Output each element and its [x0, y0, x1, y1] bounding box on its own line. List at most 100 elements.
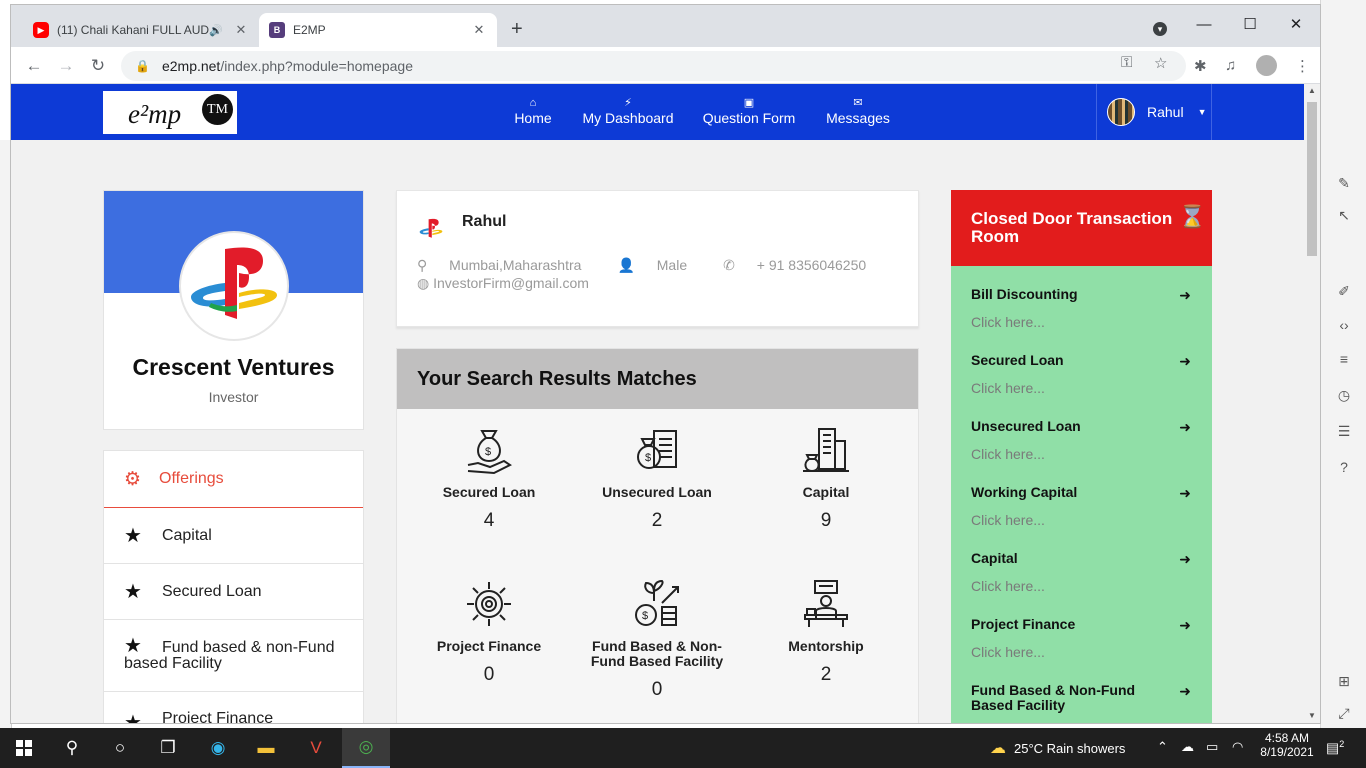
- search-results-heading: Your Search Results Matches: [397, 349, 918, 409]
- room-item-link[interactable]: Click here...: [971, 446, 1191, 462]
- app-v-icon[interactable]: V: [292, 728, 340, 768]
- site-logo[interactable]: e²mp TM: [103, 91, 237, 134]
- room-item[interactable]: Fund Based & Non-Fund Based Facility ➜: [971, 683, 1191, 713]
- profile-avatar[interactable]: [1256, 55, 1277, 76]
- room-item[interactable]: Capital Click here... ➜: [971, 551, 1191, 595]
- room-item[interactable]: Working Capital Click here... ➜: [971, 485, 1191, 529]
- nav-label: Home: [514, 110, 552, 126]
- offering-item[interactable]: ★ Project Finance: [104, 692, 363, 723]
- cortana-icon[interactable]: ○: [96, 728, 144, 768]
- result-secured-loan[interactable]: $ Secured Loan 4: [409, 425, 569, 532]
- arrow-right-icon[interactable]: ➜: [1179, 287, 1191, 304]
- bookmark-star-icon[interactable]: ☆: [1154, 54, 1167, 72]
- offering-item[interactable]: ★ Capital: [104, 508, 363, 564]
- forward-button[interactable]: →: [55, 55, 77, 77]
- tab-search-icon[interactable]: ▾: [1153, 22, 1167, 36]
- taskbar-clock[interactable]: 4:58 AM 8/19/2021: [1256, 731, 1318, 759]
- nav-question-form[interactable]: ▣ Question Form: [699, 96, 799, 126]
- company-logo: [179, 231, 289, 341]
- scrollbar-thumb[interactable]: [1307, 102, 1317, 256]
- back-button[interactable]: ←: [23, 55, 45, 77]
- chrome-icon[interactable]: ◎: [342, 728, 390, 768]
- scroll-up-icon[interactable]: ▲: [1308, 86, 1316, 95]
- contact-meta: ⚲ Mumbai,Maharashtra 👤 Male ✆ + 91 83560…: [417, 257, 902, 274]
- battery-icon[interactable]: ▭: [1206, 739, 1218, 755]
- browser-window: ▶ (11) Chali Kahani FULL AUDIO 🔊 ✕ B E2M…: [11, 5, 1320, 723]
- result-fund-based[interactable]: $ Fund Based & Non-Fund Based Facility 0: [577, 579, 737, 701]
- reload-button[interactable]: ↻: [87, 55, 109, 77]
- minimize-button[interactable]: —: [1181, 11, 1227, 39]
- chevron-up-icon[interactable]: ⌃: [1157, 739, 1168, 755]
- offering-item[interactable]: ★ Secured Loan: [104, 564, 363, 620]
- contact-card: Rahul ⚲ Mumbai,Maharashtra 👤 Male ✆ + 91…: [396, 190, 919, 327]
- arrow-right-icon[interactable]: ➜: [1179, 353, 1191, 370]
- file-explorer-icon[interactable]: ▬: [242, 728, 290, 768]
- room-item[interactable]: Secured Loan Click here... ➜: [971, 353, 1191, 397]
- nav-dashboard[interactable]: ⚡ My Dashboard: [579, 96, 677, 126]
- arrow-right-icon[interactable]: ➜: [1179, 485, 1191, 502]
- speaker-icon[interactable]: 🔊: [209, 24, 223, 37]
- arrow-right-icon[interactable]: ➜: [1179, 617, 1191, 634]
- room-item-link[interactable]: Click here...: [971, 644, 1191, 660]
- expand-icon: ⤢: [1338, 705, 1350, 721]
- result-label: Unsecured Loan: [602, 484, 712, 500]
- result-mentorship[interactable]: Mentorship 2: [746, 579, 906, 686]
- tab-youtube[interactable]: ▶ (11) Chali Kahani FULL AUDIO 🔊 ✕: [23, 13, 259, 47]
- room-item[interactable]: Unsecured Loan Click here... ➜: [971, 419, 1191, 463]
- new-tab-button[interactable]: +: [511, 19, 523, 39]
- result-capital[interactable]: Capital 9: [746, 425, 906, 532]
- room-item-link[interactable]: Click here...: [971, 380, 1191, 396]
- windows-logo-icon: [16, 740, 32, 756]
- close-window-button[interactable]: ✕: [1273, 11, 1319, 39]
- address-bar[interactable]: 🔒 e2mp.net/index.php?module=homepage: [121, 51, 1186, 81]
- nav-label: Messages: [826, 110, 890, 126]
- task-view-icon[interactable]: ❐: [144, 728, 192, 768]
- maximize-button[interactable]: ☐: [1227, 11, 1273, 39]
- star-icon: ★: [124, 712, 142, 723]
- arrow-right-icon[interactable]: ➜: [1179, 683, 1191, 700]
- profile-card: Crescent Ventures Investor: [103, 190, 364, 430]
- edge-icon[interactable]: ◉: [194, 728, 242, 768]
- scroll-down-icon[interactable]: ▼: [1308, 711, 1316, 720]
- tab-title: (11) Chali Kahani FULL AUDIO: [57, 23, 210, 37]
- tab-strip: ▶ (11) Chali Kahani FULL AUDIO 🔊 ✕ B E2M…: [11, 5, 1320, 47]
- closed-door-room-panel: Closed Door Transaction Room ⌛ Bill Disc…: [951, 190, 1212, 723]
- nav-messages[interactable]: ✉ Messages: [822, 96, 894, 126]
- offering-label: Capital: [161, 526, 212, 544]
- tab-e2mp[interactable]: B E2MP ✕: [259, 13, 497, 47]
- weather-widget[interactable]: ☁ 25°C Rain showers: [990, 728, 1125, 768]
- search-icon[interactable]: ⚲: [48, 728, 96, 768]
- menu-kebab-icon[interactable]: ⋮: [1295, 57, 1310, 75]
- notifications-icon[interactable]: ▤2: [1326, 739, 1344, 757]
- start-button[interactable]: [0, 728, 48, 768]
- closed-door-title: Closed Door Transaction Room: [971, 209, 1173, 246]
- page-scrollbar[interactable]: ▲ ▼: [1304, 84, 1320, 723]
- nav-home[interactable]: ⌂ Home: [504, 96, 562, 126]
- media-control-icon[interactable]: ♫: [1225, 57, 1236, 74]
- onedrive-cloud-icon[interactable]: ☁: [1181, 739, 1194, 755]
- weather-text: 25°C Rain showers: [1014, 740, 1126, 756]
- background-app-panel: ✎ ↖ ✐ ‹› ≡ ◷ ☰ ? ⊞ ⤢: [1320, 0, 1366, 728]
- result-project-finance[interactable]: Project Finance 0: [409, 579, 569, 686]
- close-tab-icon[interactable]: ✕: [233, 22, 249, 38]
- room-item[interactable]: Bill Discounting Click here... ➜: [971, 286, 1191, 331]
- offerings-heading[interactable]: ⚙ Offerings: [104, 451, 363, 508]
- key-icon[interactable]: ⚿: [1121, 54, 1132, 71]
- user-name: Rahul: [1147, 104, 1184, 120]
- room-item-link[interactable]: Click here...: [971, 314, 1191, 330]
- offering-item[interactable]: ★ Fund based & non-Fund based Facility: [104, 620, 363, 692]
- lock-icon[interactable]: 🔒: [135, 59, 150, 73]
- phone-value: + 91 8356046250: [756, 257, 867, 273]
- arrow-right-icon[interactable]: ➜: [1179, 551, 1191, 568]
- room-item-link[interactable]: Click here...: [971, 512, 1191, 528]
- svg-text:$: $: [485, 446, 491, 458]
- result-unsecured-loan[interactable]: $ Unsecured Loan 2: [577, 425, 737, 532]
- wifi-icon[interactable]: ◠: [1232, 739, 1243, 755]
- user-menu[interactable]: Rahul ▼: [1096, 84, 1212, 140]
- extensions-icon[interactable]: ✱: [1194, 57, 1207, 75]
- room-item-title: Bill Discounting: [971, 286, 1078, 302]
- arrow-right-icon[interactable]: ➜: [1179, 419, 1191, 436]
- room-item-link[interactable]: Click here...: [971, 578, 1191, 594]
- room-item[interactable]: Project Finance Click here... ➜: [971, 617, 1191, 661]
- close-tab-icon[interactable]: ✕: [471, 22, 487, 38]
